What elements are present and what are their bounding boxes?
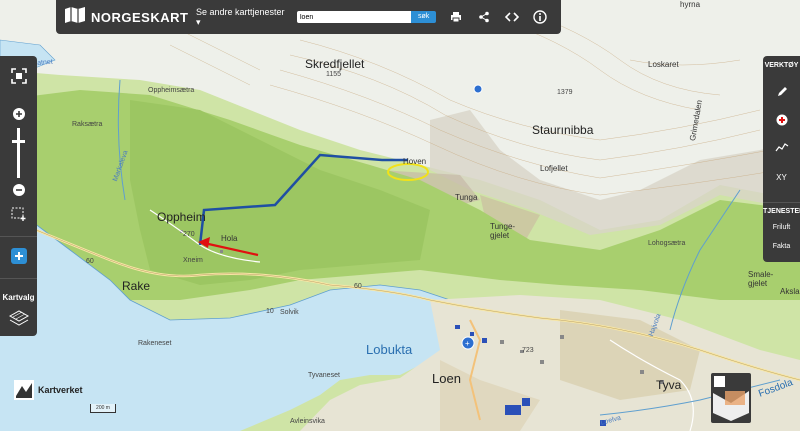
label-hyrna: hyrna: [680, 0, 701, 9]
label-hola: Hola: [221, 234, 238, 243]
app-title: NORGESKART: [91, 9, 189, 25]
embed-code-icon[interactable]: [504, 9, 520, 25]
label-skredfjellet-height: 1155: [326, 71, 342, 78]
label-tyva: Tyva: [656, 378, 682, 392]
label-lofjellet: Lofjellet: [540, 164, 568, 173]
divider: [0, 236, 37, 237]
left-toolbar: Kartvalg: [0, 56, 37, 336]
overview-minimap[interactable]: [711, 373, 751, 423]
add-marker-icon[interactable]: [763, 114, 800, 128]
share-icon[interactable]: [476, 9, 492, 25]
top-toolbar: NORGESKART Se andre karttjenester ▾ søk: [56, 0, 561, 34]
zoom-slider[interactable]: [17, 128, 20, 178]
print-icon[interactable]: [448, 9, 464, 25]
label-h10: 10: [266, 308, 274, 315]
label-lobukta: Lobukta: [366, 342, 413, 357]
topographic-map[interactable]: +: [0, 0, 800, 431]
info-icon[interactable]: [532, 9, 548, 25]
tools-header: VERKTØY: [764, 62, 799, 69]
label-skredfjellet: Skredfjellet: [305, 57, 365, 71]
label-h60b: 60: [354, 283, 362, 290]
label-h60a: 60: [86, 258, 94, 265]
basemap-layers-icon[interactable]: [0, 306, 37, 330]
pencil-icon[interactable]: [763, 86, 800, 100]
kartvalg-label[interactable]: Kartvalg: [0, 293, 37, 302]
label-h1379: 1379: [557, 89, 573, 96]
zoom-in-button[interactable]: [0, 102, 37, 126]
fullscreen-icon[interactable]: [0, 64, 37, 88]
elevation-profile-icon[interactable]: [763, 142, 800, 154]
divider: [0, 278, 37, 279]
label-smale-gjelet: Smale-gjelet: [748, 270, 774, 288]
label-nheim: Xneim: [183, 257, 203, 264]
add-layer-button[interactable]: [0, 244, 37, 268]
attribution-label: Kartverket: [38, 385, 83, 395]
label-loen: Loen: [432, 371, 461, 386]
zoom-slider-handle[interactable]: [12, 140, 25, 143]
label-solvik: Solvik: [280, 309, 299, 316]
coordinates-button[interactable]: XY: [763, 173, 800, 182]
label-h723: 723: [522, 347, 534, 354]
label-avleinsvika: Avleinsvika: [290, 418, 325, 425]
label-hoven: Hoven: [403, 157, 427, 166]
friluft-service[interactable]: Friluft: [763, 224, 800, 231]
label-raksaetra: Raksætra: [72, 121, 103, 128]
services-dropdown[interactable]: Se andre karttjenester ▾: [196, 7, 291, 28]
label-tunga: Tunga: [455, 193, 478, 202]
scale-bar: 200 m: [90, 404, 116, 413]
kartverket-logo[interactable]: Kartverket: [14, 380, 83, 400]
label-lohogsaetra: Lohogsætra: [648, 240, 686, 247]
services-header: TJENESTER: [763, 208, 800, 215]
zoom-out-button[interactable]: [0, 178, 37, 202]
map-icon: [64, 6, 86, 29]
label-stauribba: Staurınibba: [532, 123, 594, 137]
label-aksla: Aksla: [780, 287, 800, 296]
label-tunge-gjelet: Tunge-gjelet: [490, 222, 516, 240]
label-tyvaneset: Tyvaneset: [308, 372, 340, 379]
right-toolbar: VERKTØY XY TJENESTER Friluft Fakta: [763, 56, 800, 262]
fakta-service[interactable]: Fakta: [763, 243, 800, 250]
label-rakeneset: Rakeneset: [138, 340, 172, 347]
search-input[interactable]: [297, 11, 413, 23]
divider: [763, 202, 800, 203]
label-rake: Rake: [122, 279, 151, 293]
select-area-icon[interactable]: [0, 202, 37, 226]
label-oppheimsaetra: Oppheimsætra: [148, 87, 195, 94]
label-oppheim: Oppheim: [157, 210, 206, 224]
services-label: Se andre karttjenester: [196, 6, 285, 17]
search-box: søk: [297, 11, 437, 23]
svg-text:+: +: [465, 339, 470, 348]
label-h270: 270: [183, 231, 195, 238]
search-button[interactable]: søk: [411, 11, 437, 23]
norgeskart-logo[interactable]: NORGESKART: [64, 6, 188, 29]
kartverket-emblem-icon: [14, 380, 34, 400]
label-loskaret: Loskaret: [648, 60, 679, 69]
